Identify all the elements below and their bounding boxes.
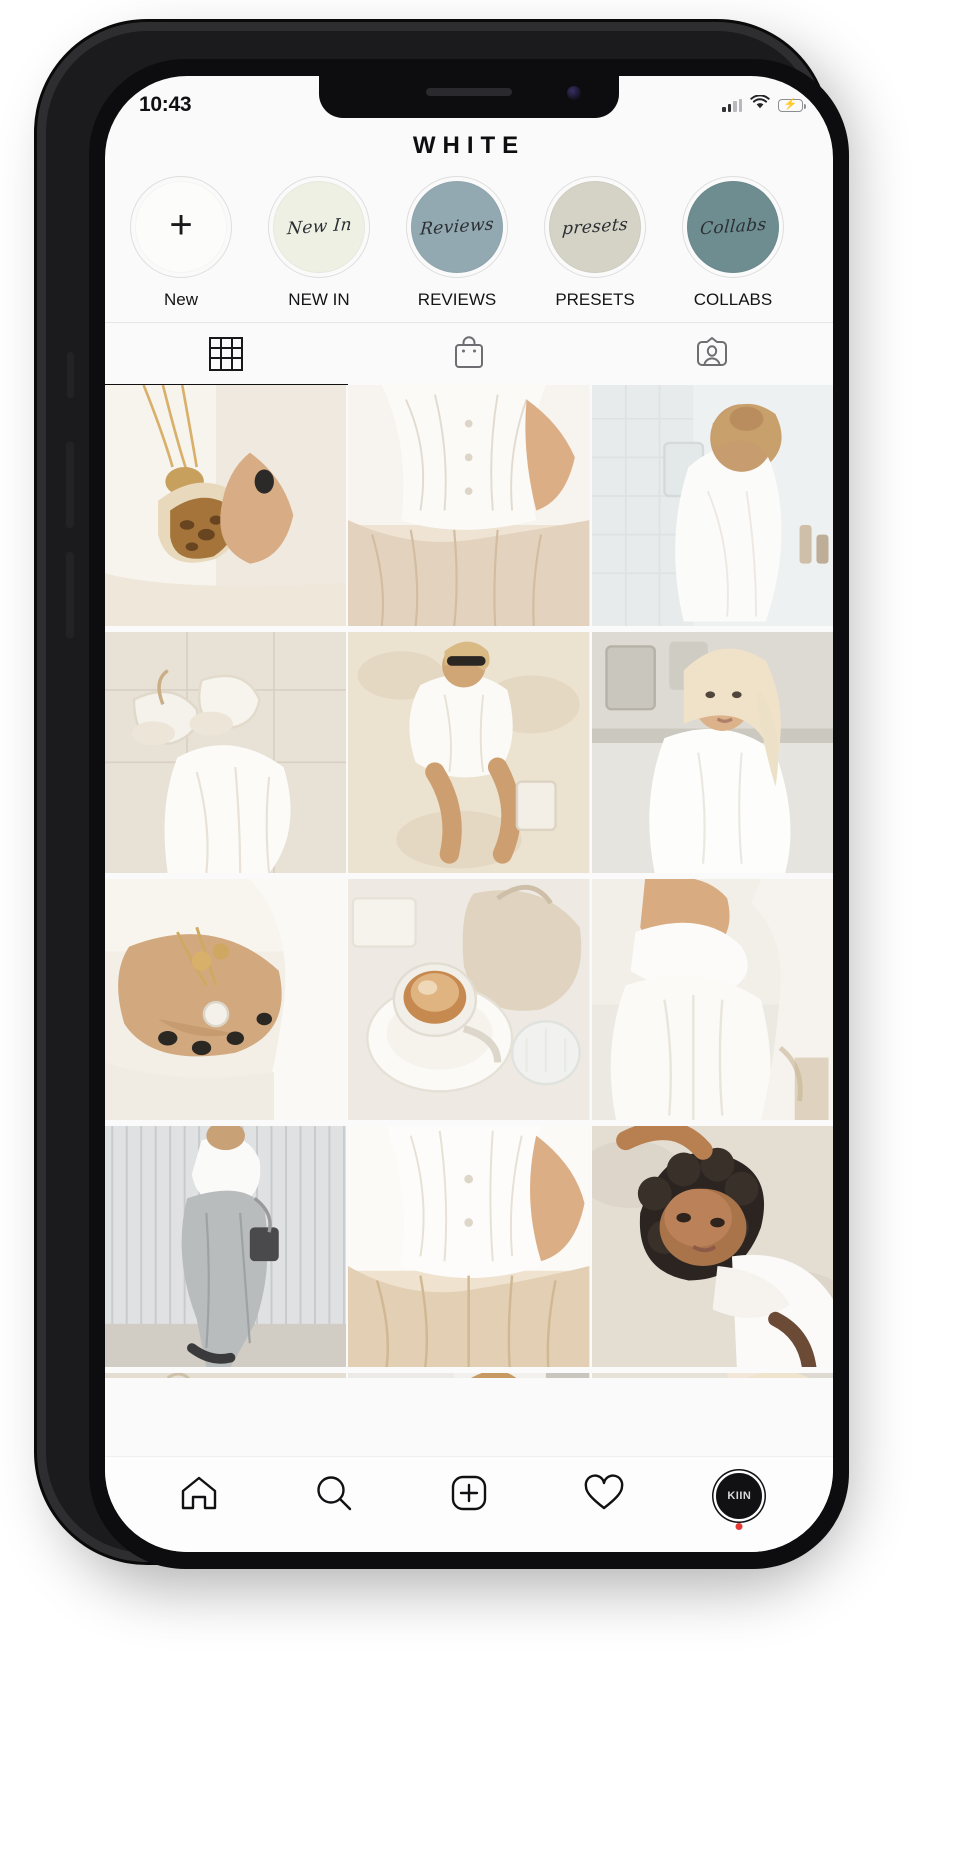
phone-screen: 10:43 ⚡ WHITE + New New In NEW IN Review… (105, 76, 833, 1552)
tab-grid[interactable] (105, 323, 348, 385)
grid-post[interactable] (105, 385, 347, 630)
grid-post[interactable] (591, 385, 833, 630)
highlight-cover-presets: presets (561, 214, 629, 240)
grid-post[interactable] (105, 1373, 347, 1378)
tab-tagged[interactable] (590, 323, 833, 385)
avatar[interactable]: KIIN (716, 1472, 763, 1519)
silent-switch[interactable] (67, 352, 74, 398)
highlight-label: New (163, 290, 198, 309)
status-time: 10:43 (139, 93, 192, 116)
heart-icon (583, 1474, 625, 1517)
wifi-icon (750, 94, 770, 115)
nav-activity[interactable] (574, 1472, 634, 1520)
shopping-bag-icon (452, 334, 486, 375)
grid-post[interactable] (348, 879, 590, 1124)
highlight-new-in[interactable]: New In NEW IN (259, 176, 379, 310)
highlight-cover-reviews: Reviews (419, 214, 495, 240)
plus-square-icon (449, 1473, 489, 1518)
grid-post[interactable] (348, 385, 590, 630)
nav-search[interactable] (304, 1472, 364, 1520)
grid-post[interactable] (591, 632, 833, 877)
highlight-label: PRESETS (555, 290, 635, 309)
grid-post[interactable] (591, 879, 833, 1124)
tagged-person-icon (694, 334, 730, 375)
highlight-collabs[interactable]: Collabs COLLABS (673, 176, 793, 310)
grid-icon (209, 337, 244, 371)
grid-post[interactable] (348, 1126, 590, 1371)
plus-icon: + (169, 203, 193, 247)
tab-shop[interactable] (348, 323, 591, 385)
front-camera-icon (567, 86, 581, 100)
earpiece-speaker (426, 88, 512, 96)
page-title: WHITE (412, 132, 526, 159)
bottom-navigation-bar[interactable]: KIIN (105, 1456, 833, 1552)
grid-post[interactable] (591, 1126, 833, 1371)
highlight-label: NEW IN (288, 290, 350, 309)
highlight-label: COLLABS (693, 290, 773, 309)
highlight-cover-collabs: Collabs (699, 214, 767, 240)
volume-up-button[interactable] (66, 442, 74, 528)
grid-post[interactable] (591, 1373, 833, 1378)
volume-down-button[interactable] (66, 552, 74, 638)
grid-post[interactable] (105, 632, 347, 877)
grid-post[interactable] (105, 879, 347, 1124)
nav-home[interactable] (169, 1472, 229, 1520)
avatar-label: KIIN (727, 1489, 752, 1502)
highlight-reviews[interactable]: Reviews REVIEWS (397, 176, 517, 310)
battery-charging-icon: ⚡ (778, 98, 806, 112)
profile-tab-bar[interactable] (105, 322, 833, 385)
nav-profile[interactable]: KIIN (709, 1472, 769, 1530)
home-icon (179, 1474, 219, 1517)
grid-post[interactable] (348, 1373, 590, 1378)
phone-frame: 10:43 ⚡ WHITE + New New In NEW IN Review… (37, 22, 849, 1569)
highlight-label: REVIEWS (417, 290, 497, 309)
grid-post[interactable] (105, 1126, 347, 1371)
highlight-presets[interactable]: presets PRESETS (535, 176, 655, 310)
search-icon (314, 1473, 354, 1518)
nav-create[interactable] (439, 1472, 499, 1520)
highlight-cover-new-in: New In (285, 214, 353, 240)
photo-grid[interactable] (105, 385, 833, 1378)
status-indicators: ⚡ (722, 94, 806, 115)
highlight-new[interactable]: + New (121, 176, 241, 310)
story-highlights-row[interactable]: + New New In NEW IN Reviews REVIEWS pres… (105, 166, 833, 316)
cellular-signal-icon (722, 98, 742, 112)
notification-badge (735, 1522, 743, 1530)
grid-post[interactable] (348, 632, 590, 877)
notch (319, 76, 619, 118)
